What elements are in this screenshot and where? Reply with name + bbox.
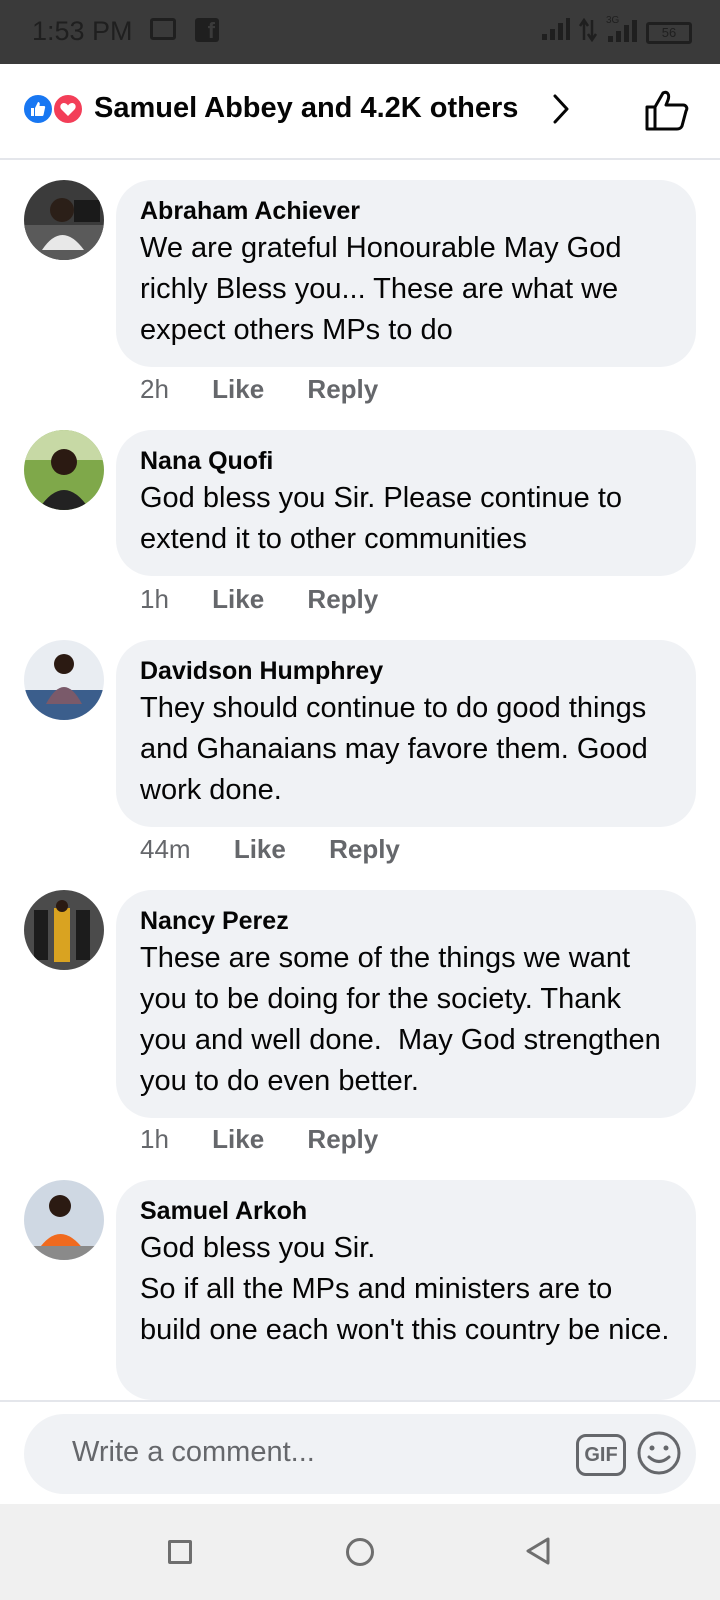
reactions-header[interactable]: Samuel Abbey and 4.2K others [0,64,720,160]
comment-text: They should continue to do good things a… [140,692,656,806]
comment-like-button[interactable]: Like [212,584,264,615]
comment-input-placeholder: Write a comment... [72,1436,315,1468]
gif-button[interactable]: GIF [576,1434,626,1476]
comment-reply-button[interactable]: Reply [329,834,400,865]
avatar[interactable] [24,890,104,970]
comment-time: 1h [140,1124,169,1154]
signal-3g-icon: 3G [606,15,637,42]
comment-actions: 1h Like Reply [140,1124,414,1155]
comment-text: These are some of the things we want you… [140,942,669,1097]
comment-author[interactable]: Nancy Perez [140,906,672,936]
comment-reply-button[interactable]: Reply [307,1124,378,1155]
reactors-summary[interactable]: Samuel Abbey and 4.2K others [94,92,518,125]
avatar[interactable] [24,430,104,510]
svg-text:3G: 3G [606,15,620,26]
comment-actions: 44m Like Reply [140,834,436,865]
comment-like-button[interactable]: Like [212,1124,264,1155]
comment-time: 2h [140,374,169,404]
signal-icon [542,18,570,40]
comment-bubble[interactable]: Nancy Perez These are some of the things… [116,890,696,1118]
comment-text: God bless you Sir. Please continue to ex… [140,482,631,555]
comment-text: God bless you Sir. So if all the MPs and… [140,1232,670,1346]
status-bar: 1:53 PM f 3G 56 [0,0,720,64]
comment-time: 1h [140,584,169,614]
comment-author[interactable]: Samuel Arkoh [140,1196,672,1226]
comment-like-button[interactable]: Like [234,834,286,865]
like-post-icon[interactable] [644,88,690,132]
comment-actions: 2h Like Reply [140,374,414,405]
comment-bubble[interactable]: Davidson Humphrey They should continue t… [116,640,696,827]
emoji-icon[interactable] [636,1430,682,1476]
home-icon[interactable] [346,1538,374,1566]
back-icon[interactable] [524,1536,552,1566]
comment-reply-button[interactable]: Reply [307,374,378,405]
comment-bubble[interactable]: Abraham Achiever We are grateful Honoura… [116,180,696,367]
love-reaction-icon [52,93,84,125]
system-nav-bar [0,1504,720,1600]
data-arrows-icon [578,18,598,42]
comment-author[interactable]: Abraham Achiever [140,196,672,226]
avatar[interactable] [24,180,104,260]
facebook-icon: f [195,18,219,43]
recent-apps-icon[interactable] [168,1540,192,1564]
comment-like-button[interactable]: Like [212,374,264,405]
comment-time: 44m [140,834,191,864]
comment-reply-button[interactable]: Reply [307,584,378,615]
comment-bubble[interactable]: Samuel Arkoh God bless you Sir. So if al… [116,1180,696,1400]
comment-text: We are grateful Honourable May God richl… [140,232,630,346]
comment-actions: 1h Like Reply [140,584,414,615]
chevron-right-icon[interactable] [552,94,570,124]
comment-composer: Write a comment... GIF [0,1400,720,1504]
avatar[interactable] [24,640,104,720]
battery-icon: 56 [646,22,692,44]
like-reaction-icon [22,93,54,125]
avatar[interactable] [24,1180,104,1260]
gallery-icon [150,18,176,40]
comment-bubble[interactable]: Nana Quofi God bless you Sir. Please con… [116,430,696,576]
comment-author[interactable]: Nana Quofi [140,446,672,476]
comments-sheet: Samuel Abbey and 4.2K others Abraham Ach… [0,64,720,1504]
comment-input[interactable]: Write a comment... GIF [24,1414,696,1494]
comment-author[interactable]: Davidson Humphrey [140,656,672,686]
status-time: 1:53 PM [32,16,133,46]
